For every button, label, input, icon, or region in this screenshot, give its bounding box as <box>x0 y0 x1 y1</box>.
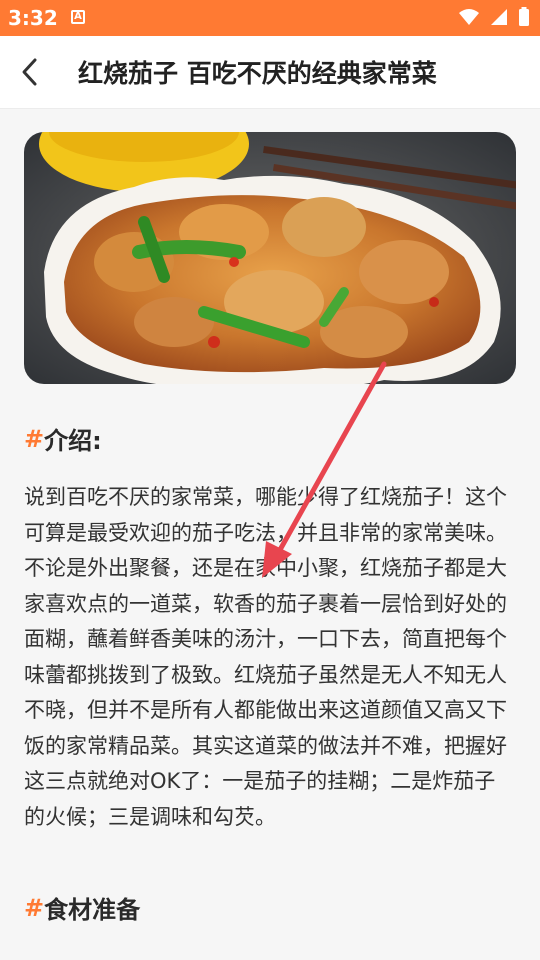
recipe-hero-image <box>24 132 516 384</box>
page-title: 红烧茄子 百吃不厌的经典家常菜 <box>78 59 437 88</box>
ingredients-heading-label: 食材准备 <box>44 896 141 924</box>
intro-paragraph: 说到百吃不厌的家常菜，哪能少得了红烧茄子！这个可算是最受欢迎的茄子吃法，并且非常… <box>24 485 507 829</box>
intro-heading: # 介绍: <box>24 421 102 456</box>
hash-mark: # <box>24 893 45 922</box>
hash-mark: # <box>24 424 45 453</box>
braised-eggplant-photo <box>24 132 516 384</box>
ingredients-heading: # 食材准备 <box>24 890 140 925</box>
battery-icon <box>519 7 529 26</box>
back-button[interactable] <box>12 52 48 92</box>
status-time: 3:32 <box>8 6 58 30</box>
status-bar: 3:32 A <box>0 0 540 36</box>
app-header: 红烧茄子 百吃不厌的经典家常菜 <box>0 36 540 109</box>
status-icons <box>458 7 530 27</box>
chevron-left-icon <box>22 58 37 86</box>
wifi-icon <box>459 9 479 25</box>
signal-icon <box>491 9 507 25</box>
notification-a-icon: A <box>71 10 85 24</box>
intro-heading-label: 介绍: <box>44 427 102 455</box>
